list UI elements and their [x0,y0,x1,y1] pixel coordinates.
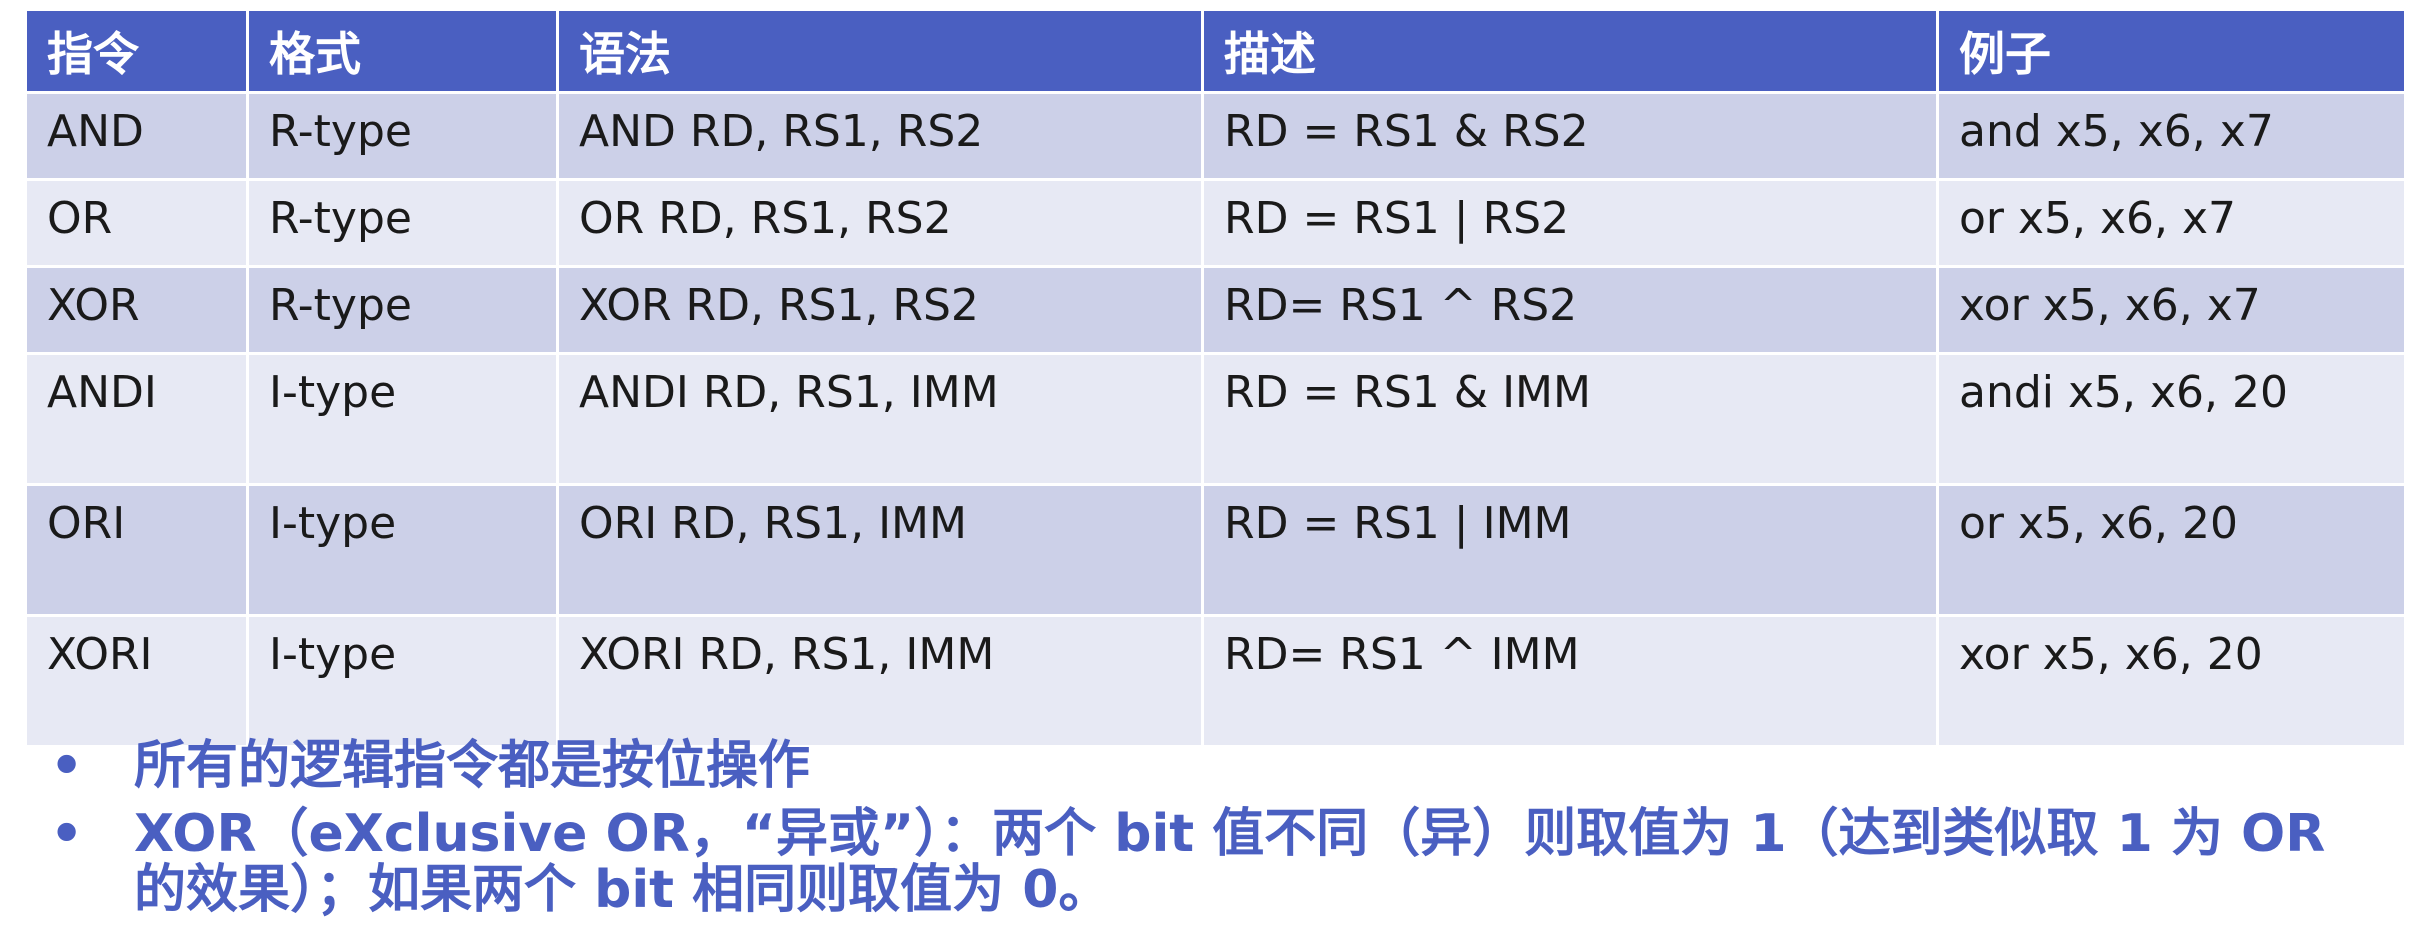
header-instruction: 指令 [24,8,249,94]
cell-example: or x5, x6, x7 [1936,178,2407,268]
slide: 指令 格式 语法 描述 例子 AND R-type AND RD, RS1, R… [0,0,2426,940]
cell-description: RD= RS1 ^ IMM [1201,614,1939,748]
logic-instructions-table: 指令 格式 语法 描述 例子 AND R-type AND RD, RS1, R… [24,8,2407,748]
cell-instruction: ANDI [24,352,249,486]
header-example: 例子 [1936,8,2407,94]
cell-description: RD= RS1 ^ RS2 [1201,265,1939,355]
table-row: OR R-type OR RD, RS1, RS2 RD = RS1 | RS2… [24,178,2407,268]
note-text: 所有的逻辑指令都是按位操作 [134,736,811,796]
note-item: • 所有的逻辑指令都是按位操作 [50,738,2390,794]
cell-format: I-type [246,483,559,617]
bullet-icon: • [50,736,84,796]
note-text: XOR（eXclusive OR，“异或”）：两个 bit 值不同（异）则取值为… [134,804,2326,920]
cell-instruction: AND [24,91,249,181]
table-row: ORI I-type ORI RD, RS1, IMM RD = RS1 | I… [24,483,2407,617]
cell-format: R-type [246,265,559,355]
notes-list: • 所有的逻辑指令都是按位操作 • XOR（eXclusive OR，“异或”）… [50,738,2390,918]
cell-example: and x5, x6, x7 [1936,91,2407,181]
cell-syntax: ANDI RD, RS1, IMM [556,352,1204,486]
bullet-icon: • [50,804,84,864]
table-header-row: 指令 格式 语法 描述 例子 [24,8,2407,94]
cell-example: xor x5, x6, x7 [1936,265,2407,355]
header-syntax: 语法 [556,8,1204,94]
cell-format: R-type [246,91,559,181]
header-description: 描述 [1201,8,1939,94]
cell-example: xor x5, x6, 20 [1936,614,2407,748]
cell-syntax: OR RD, RS1, RS2 [556,178,1204,268]
cell-syntax: XOR RD, RS1, RS2 [556,265,1204,355]
table-row: XORI I-type XORI RD, RS1, IMM RD= RS1 ^ … [24,614,2407,748]
cell-instruction: XOR [24,265,249,355]
cell-description: RD = RS1 & RS2 [1201,91,1939,181]
cell-syntax: AND RD, RS1, RS2 [556,91,1204,181]
cell-format: I-type [246,614,559,748]
cell-description: RD = RS1 & IMM [1201,352,1939,486]
note-item: • XOR（eXclusive OR，“异或”）：两个 bit 值不同（异）则取… [50,806,2390,918]
cell-description: RD = RS1 | RS2 [1201,178,1939,268]
table-row: XOR R-type XOR RD, RS1, RS2 RD= RS1 ^ RS… [24,265,2407,355]
cell-syntax: XORI RD, RS1, IMM [556,614,1204,748]
cell-example: or x5, x6, 20 [1936,483,2407,617]
cell-instruction: ORI [24,483,249,617]
cell-example: andi x5, x6, 20 [1936,352,2407,486]
cell-description: RD = RS1 | IMM [1201,483,1939,617]
cell-instruction: OR [24,178,249,268]
table-row: ANDI I-type ANDI RD, RS1, IMM RD = RS1 &… [24,352,2407,486]
cell-format: I-type [246,352,559,486]
cell-format: R-type [246,178,559,268]
cell-syntax: ORI RD, RS1, IMM [556,483,1204,617]
cell-instruction: XORI [24,614,249,748]
header-format: 格式 [246,8,559,94]
table-row: AND R-type AND RD, RS1, RS2 RD = RS1 & R… [24,91,2407,181]
